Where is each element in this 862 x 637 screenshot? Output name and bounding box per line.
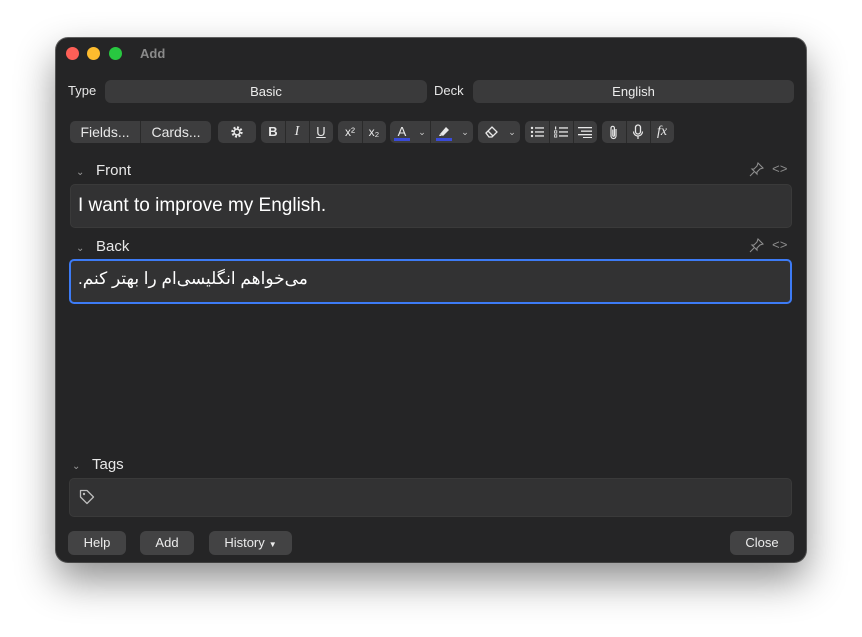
close-button[interactable]: Close xyxy=(730,531,794,555)
front-field-editor[interactable]: I want to improve my English. xyxy=(70,184,792,228)
bullet-list-icon[interactable] xyxy=(525,121,549,143)
tag-icon xyxy=(79,489,95,510)
underline-button[interactable]: U xyxy=(309,121,333,143)
highlight-chevron-down-icon[interactable]: ⌄ xyxy=(457,121,473,143)
history-dropdown-icon: ▼ xyxy=(268,540,277,549)
back-field-label: Back xyxy=(96,238,130,255)
zoom-window-button[interactable] xyxy=(109,47,122,60)
back-pin-icon[interactable] xyxy=(749,237,765,256)
back-html-editor-icon[interactable]: <> xyxy=(772,238,788,253)
back-field-editor[interactable]: می‌خواهم انگلیسی‌ام را بهتر کنم. xyxy=(69,259,792,304)
color-group: A ⌄ ⌄ xyxy=(390,121,473,143)
add-window: Add Type Basic Deck English Fields... Ca… xyxy=(56,38,806,562)
text-color-button[interactable]: A xyxy=(390,121,414,143)
front-pin-icon[interactable] xyxy=(749,161,765,180)
numbered-list-icon[interactable] xyxy=(549,121,573,143)
formula-icon[interactable]: fx xyxy=(650,121,674,143)
help-button[interactable]: Help xyxy=(68,531,126,555)
minimize-window-button[interactable] xyxy=(87,47,100,60)
front-field-label: Front xyxy=(96,162,132,179)
type-label: Type xyxy=(68,83,97,98)
align-icon[interactable] xyxy=(573,121,597,143)
highlight-color-button[interactable] xyxy=(431,121,457,143)
deck-selector[interactable]: English xyxy=(473,80,794,103)
add-button[interactable]: Add xyxy=(140,531,194,555)
settings-group xyxy=(218,121,256,143)
fields-button[interactable]: Fields... xyxy=(70,121,140,143)
front-html-editor-icon[interactable]: <> xyxy=(772,162,788,177)
superscript-button[interactable]: x² xyxy=(338,121,362,143)
list-group xyxy=(525,121,597,143)
highlighter-icon xyxy=(439,127,449,136)
gear-icon[interactable] xyxy=(218,121,256,143)
media-group: fx xyxy=(602,121,674,143)
history-label: History xyxy=(224,535,265,550)
deck-label: Deck xyxy=(434,83,464,98)
title-bar: Add xyxy=(56,38,806,70)
fields-cards-group: Fields... Cards... xyxy=(70,121,211,143)
script-group: x² x₂ xyxy=(338,121,386,143)
front-field-text: I want to improve my English. xyxy=(78,195,327,216)
eraser-icon[interactable] xyxy=(478,121,504,143)
paperclip-icon[interactable] xyxy=(602,121,626,143)
back-collapse-chevron-icon[interactable]: ⌄ xyxy=(76,243,84,254)
text-style-group: B I U xyxy=(261,121,333,143)
note-type-selector[interactable]: Basic xyxy=(105,80,427,103)
close-window-button[interactable] xyxy=(66,47,79,60)
microphone-icon[interactable] xyxy=(626,121,650,143)
subscript-button[interactable]: x₂ xyxy=(362,121,386,143)
bold-button[interactable]: B xyxy=(261,121,285,143)
italic-button[interactable]: I xyxy=(285,121,309,143)
text-color-icon: A xyxy=(397,124,407,139)
cards-button[interactable]: Cards... xyxy=(141,121,211,143)
back-field-text: می‌خواهم انگلیسی‌ام را بهتر کنم. xyxy=(78,269,308,288)
window-title: Add xyxy=(140,46,166,61)
front-collapse-chevron-icon[interactable]: ⌄ xyxy=(76,167,84,178)
eraser-group: ⌄ xyxy=(478,121,520,143)
tags-input[interactable] xyxy=(69,478,792,517)
history-button[interactable]: History ▼ xyxy=(209,531,292,555)
tags-label: Tags xyxy=(92,456,124,473)
eraser-chevron-down-icon[interactable]: ⌄ xyxy=(504,121,520,143)
tags-collapse-chevron-icon[interactable]: ⌄ xyxy=(72,461,80,472)
text-color-chevron-down-icon[interactable]: ⌄ xyxy=(414,121,430,143)
